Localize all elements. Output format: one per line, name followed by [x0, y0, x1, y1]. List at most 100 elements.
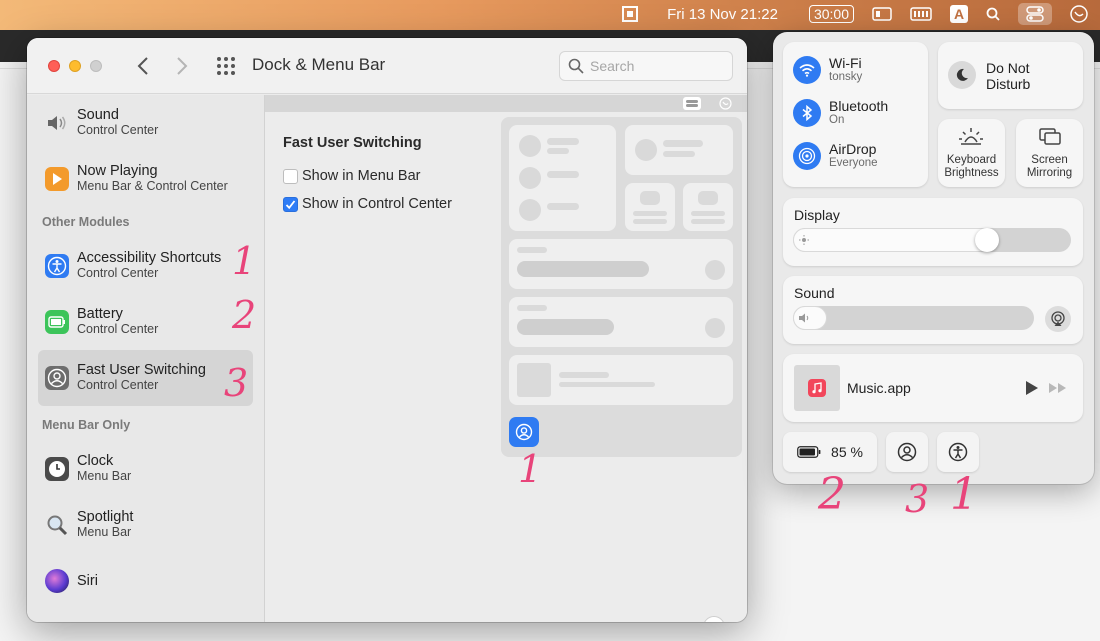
- network-tile: Wi-Fi tonsky Bluetooth On AirDrop Everyone: [783, 42, 928, 187]
- spotlight-search-icon[interactable]: [986, 7, 1000, 21]
- show-in-menu-bar-checkbox[interactable]: [283, 168, 298, 184]
- battery-menu-icon[interactable]: [872, 7, 892, 21]
- preview-display-tile: [509, 239, 733, 289]
- input-source-icon[interactable]: A: [950, 5, 968, 23]
- sidebar-item-spotlight[interactable]: Spotlight Menu Bar: [38, 497, 253, 553]
- minimize-button[interactable]: [69, 60, 81, 72]
- control-center-preview: [501, 117, 742, 457]
- sidebar-item-fast-user-switching[interactable]: Fast User Switching Control Center: [38, 350, 253, 406]
- show-in-control-center-option[interactable]: Show in Control Center: [283, 196, 452, 212]
- preview-sound-tile: [509, 297, 733, 347]
- sidebar-item-sublabel: Control Center: [77, 123, 159, 137]
- checkbox-label: Show in Control Center: [302, 196, 452, 212]
- bluetooth-toggle[interactable]: Bluetooth On: [793, 99, 888, 127]
- sidebar-item-label: Accessibility Shortcuts: [77, 250, 222, 266]
- annotation-number: 2: [818, 469, 846, 520]
- show-all-grid-icon[interactable]: [215, 55, 237, 77]
- wifi-toggle[interactable]: Wi-Fi tonsky: [793, 56, 862, 84]
- display-label: Display: [794, 207, 840, 223]
- airdrop-icon: [793, 142, 821, 170]
- accessibility-shortcuts-button[interactable]: [937, 432, 979, 472]
- zoom-button[interactable]: [90, 60, 102, 72]
- help-button[interactable]: ?: [703, 616, 725, 622]
- sound-tile: Sound: [783, 276, 1083, 344]
- siri-icon: [45, 569, 69, 593]
- airplay-audio-icon[interactable]: [1045, 306, 1071, 332]
- user-icon: [897, 442, 917, 462]
- sidebar-section-header: Other Modules: [42, 215, 130, 229]
- battery-module[interactable]: 85 %: [783, 432, 877, 472]
- sidebar-item-label: Sound: [77, 107, 119, 123]
- accessibility-icon: [948, 442, 968, 462]
- search-input[interactable]: [590, 58, 720, 74]
- preview-menu-bar: [265, 95, 747, 112]
- sidebar-item-sublabel: Control Center: [77, 266, 159, 280]
- keyboard-brightness-tile[interactable]: Keyboard Brightness: [938, 119, 1005, 187]
- search-field[interactable]: [559, 51, 733, 81]
- wifi-network-name: tonsky: [829, 71, 863, 83]
- screen-record-icon[interactable]: [622, 6, 639, 22]
- back-chevron-icon[interactable]: [131, 54, 155, 78]
- sidebar-item-label: Fast User Switching: [77, 362, 206, 378]
- airdrop-label: AirDrop: [829, 141, 877, 157]
- fast-user-switching-button[interactable]: [886, 432, 928, 472]
- sidebar: Sound Control Center Now Playing Menu Bar …: [27, 95, 265, 622]
- display-brightness-slider[interactable]: [793, 228, 1071, 252]
- sidebar-item-sound[interactable]: Sound Control Center: [38, 95, 253, 151]
- battery-icon: [45, 310, 69, 334]
- preview-user-switcher-icon: [509, 417, 539, 447]
- display-slider-knob[interactable]: [975, 228, 999, 252]
- battery-icon: [797, 446, 821, 458]
- sidebar-item-sublabel: Menu Bar & Control Center: [77, 179, 228, 193]
- preview-now-playing-tile: [509, 355, 733, 405]
- sound-label: Sound: [794, 285, 835, 301]
- sun-icon: [799, 235, 809, 245]
- checkmark-icon: [285, 199, 296, 209]
- timer-badge[interactable]: 30:00: [808, 5, 854, 23]
- volume-slider[interactable]: [793, 306, 1034, 330]
- magnifier-icon: [45, 513, 69, 537]
- do-not-disturb-menu-icon[interactable]: [1070, 5, 1088, 23]
- sidebar-item-label: Clock: [77, 453, 114, 469]
- settings-content: Fast User Switching Show in Menu Bar Sho…: [265, 95, 747, 622]
- wifi-label: Wi-Fi: [829, 55, 862, 71]
- sidebar-item-battery[interactable]: Battery Control Center: [38, 294, 253, 350]
- fast-forward-icon[interactable]: [1048, 382, 1068, 394]
- keyboard-icon[interactable]: [910, 7, 932, 21]
- sidebar-item-now-playing[interactable]: Now Playing Menu Bar & Control Center: [38, 151, 253, 207]
- preview-dnd-tile: [625, 125, 733, 175]
- clock-icon: [45, 457, 69, 481]
- control-center-icon: [683, 97, 701, 110]
- bluetooth-icon: [793, 99, 821, 127]
- show-in-control-center-checkbox[interactable]: [283, 196, 298, 212]
- battery-percentage: 85 %: [831, 444, 863, 460]
- sidebar-item-sublabel: Menu Bar: [77, 469, 132, 483]
- control-center-icon[interactable]: [1018, 3, 1052, 25]
- forward-chevron-icon[interactable]: [170, 54, 194, 78]
- speaker-icon: [45, 111, 69, 135]
- keyboard-brightness-label: Keyboard Brightness: [944, 154, 999, 179]
- sidebar-item-clock[interactable]: Clock Menu Bar: [38, 441, 253, 497]
- show-in-menu-bar-option[interactable]: Show in Menu Bar: [283, 168, 420, 184]
- now-playing-title: Music.app: [847, 380, 911, 396]
- bluetooth-label: Bluetooth: [829, 98, 889, 114]
- keyboard-brightness-icon: [959, 128, 983, 145]
- system-preferences-window: Dock & Menu Bar SoundControl Center Now …: [27, 38, 747, 622]
- now-playing-tile: Music.app: [783, 354, 1083, 422]
- sidebar-item-label: Battery: [77, 306, 123, 322]
- speaker-icon: [799, 313, 809, 323]
- sidebar-item-siri[interactable]: Siri: [38, 553, 253, 609]
- section-title: Fast User Switching: [283, 135, 422, 151]
- airdrop-toggle[interactable]: AirDrop Everyone: [793, 142, 878, 170]
- do-not-disturb-tile[interactable]: Do Not Disturb: [938, 42, 1083, 109]
- sidebar-item-accessibility-shortcuts[interactable]: Accessibility Shortcuts Control Center: [38, 238, 253, 294]
- control-center-panel: Wi-Fi tonsky Bluetooth On AirDrop Everyone …: [773, 32, 1094, 484]
- menu-bar-clock[interactable]: Fri 13 Nov 21:22: [667, 6, 778, 23]
- play-icon[interactable]: [1025, 380, 1039, 396]
- screen-mirroring-tile[interactable]: Screen Mirroring: [1016, 119, 1083, 187]
- wifi-icon: [793, 56, 821, 84]
- annotation-number: 1: [232, 239, 257, 283]
- display-tile: Display: [783, 198, 1083, 266]
- close-button[interactable]: [48, 60, 60, 72]
- screen-mirroring-label: Screen Mirroring: [1026, 154, 1073, 179]
